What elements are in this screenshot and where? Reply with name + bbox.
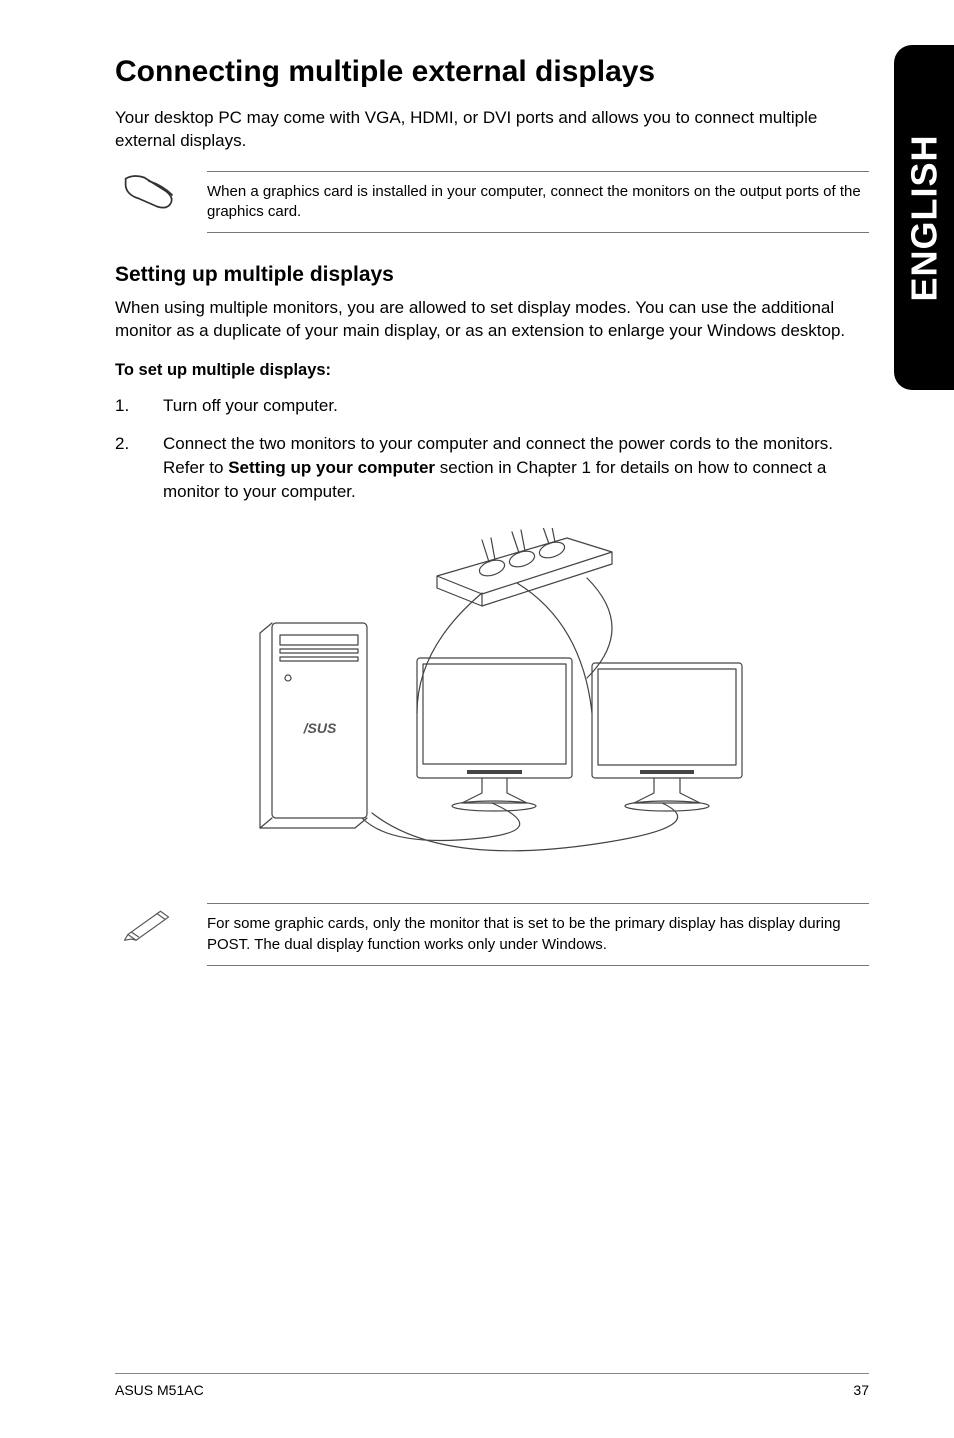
- section-body: When using multiple monitors, you are al…: [115, 297, 869, 343]
- step-text: Turn off your computer.: [163, 394, 869, 418]
- pencil-icon: [115, 903, 185, 945]
- note-primary-display-text: For some graphic cards, only the monitor…: [207, 903, 869, 966]
- section-heading: Setting up multiple displays: [115, 263, 869, 287]
- page-content: Connecting multiple external displays Yo…: [0, 0, 954, 1036]
- page-title: Connecting multiple external displays: [115, 55, 869, 89]
- step-number: 1.: [115, 394, 163, 418]
- footer-product: ASUS M51AC: [115, 1382, 204, 1398]
- page-footer: ASUS M51AC 37: [115, 1373, 869, 1398]
- note-graphics-card: When a graphics card is installed in you…: [115, 171, 869, 234]
- step-2: 2. Connect the two monitors to your comp…: [115, 432, 869, 503]
- language-tab-label: ENGLISH: [903, 134, 945, 301]
- step-text: Connect the two monitors to your compute…: [163, 432, 869, 503]
- intro-paragraph: Your desktop PC may come with VGA, HDMI,…: [115, 107, 869, 153]
- svg-text:/SUS: /SUS: [303, 720, 337, 736]
- step-number: 2.: [115, 432, 163, 503]
- note-graphics-card-text: When a graphics card is installed in you…: [207, 171, 869, 234]
- footer-page-number: 37: [853, 1382, 869, 1398]
- hand-point-icon: [115, 171, 185, 213]
- setup-diagram: /SUS: [222, 528, 762, 868]
- note-primary-display: For some graphic cards, only the monitor…: [115, 903, 869, 966]
- language-tab: ENGLISH: [894, 45, 954, 390]
- steps-heading: To set up multiple displays:: [115, 361, 869, 380]
- step-1: 1. Turn off your computer.: [115, 394, 869, 418]
